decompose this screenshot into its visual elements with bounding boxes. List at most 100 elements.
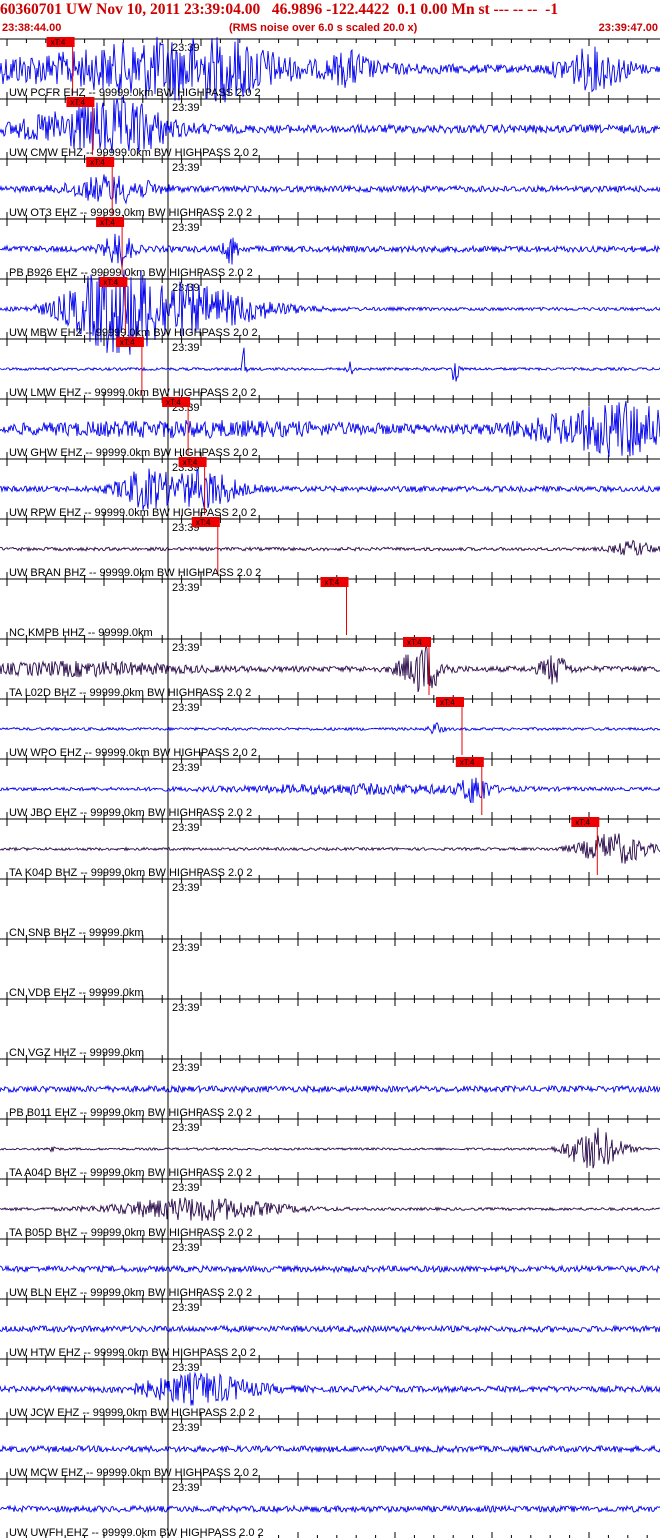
station-label: TA L02D BHZ -- 99999.0km BW HIGHPASS 2.0… xyxy=(9,687,251,699)
waveform xyxy=(0,1196,660,1222)
waveform xyxy=(0,1264,660,1274)
minute-label: 23:39 xyxy=(172,702,200,714)
trace-row: 23:39 xT:4 TA L02D BHZ -- 99999.0km BW HIG… xyxy=(0,637,660,699)
pick-label: xT:4 xyxy=(440,698,455,707)
station-label: UW WPO EHZ -- 99999.0km BW HIGHPASS 2.0 … xyxy=(9,747,257,759)
trace-row: 23:39 UW MCW EHZ -- 99999.0km BW HIGHPASS… xyxy=(0,1418,660,1479)
pick-label: xT:4 xyxy=(460,758,475,767)
minute-label: 23:39 xyxy=(172,822,200,834)
station-label: TA B05D BHZ -- 99999.0km BW HIGHPASS 2.0… xyxy=(9,1227,253,1239)
station-label: CN SNB BHZ -- 99999.0km xyxy=(9,927,143,939)
trace-row: 23:39 xT:4 UW WPO EHZ -- 99999.0km BW HIGH… xyxy=(0,697,660,759)
start-time: 23:38:44.00 xyxy=(2,22,62,34)
waveform xyxy=(0,1127,660,1169)
minute-label: 23:39 xyxy=(172,342,200,354)
minute-label: 23:39 xyxy=(172,582,200,594)
station-label: TA K04D BHZ -- 99999.0km BW HIGHPASS 2.0… xyxy=(9,867,253,879)
trace-row: 23:39 xT:4 UW LMW EHZ -- 99999.0km BW HIGH… xyxy=(0,337,660,399)
pick-label: xT:4 xyxy=(575,818,590,827)
station-label: CN VDB EHZ -- 99999.0km xyxy=(9,987,143,999)
trace-row: 23:39 CN SNB BHZ -- 99999.0km xyxy=(0,878,660,939)
pick-label: xT:4 xyxy=(90,158,105,167)
trace-row: 23:39xT:4UW BRAN BHZ -- 99999.0km BW HIG… xyxy=(0,517,660,579)
waveform xyxy=(0,468,660,510)
station-label: UW PCFR EHZ -- 99999.0km BW HIGHPASS 2.0… xyxy=(9,87,261,99)
station-label: UW UWFH EHZ -- 99999.0km BW HIGHPASS 2.0… xyxy=(9,1527,264,1538)
station-label: UW BRAN BHZ -- 99999.0km BW HIGHPASS 2.0… xyxy=(9,567,261,579)
station-label: UW MCW EHZ -- 99999.0km BW HIGHPASS 2.0 … xyxy=(9,1467,258,1479)
trace-row: 23:39 PB B011 EHZ -- 99999.0km BW HIGHPAS… xyxy=(0,1058,660,1119)
trace-row: 23:39xT:4UW PCFR EHZ -- 99999.0km BW HIG… xyxy=(0,36,660,103)
waveform xyxy=(0,539,660,556)
pick-label: xT:4 xyxy=(103,278,118,287)
station-label: UW BLN EHZ -- 99999.0km BW HIGHPASS 2.0 … xyxy=(9,1287,252,1299)
trace-row: 23:39 xT:4 TA K04D BHZ -- 99999.0km BW HIG… xyxy=(0,817,660,879)
waveform xyxy=(0,1324,660,1334)
waveform xyxy=(0,1444,660,1454)
minute-label: 23:39 xyxy=(172,1062,200,1074)
trace-row: 23:39 xT:4 UW OT3 EHZ -- 99999.0km BW HIGH… xyxy=(0,157,660,219)
pick-label: xT:4 xyxy=(70,98,85,107)
trace-row: 23:39 UW JCW EHZ -- 99999.0km BW HIGHPASS… xyxy=(0,1358,660,1419)
waveform xyxy=(0,347,660,382)
waveform xyxy=(0,1504,660,1514)
minute-label: 23:39 xyxy=(172,222,200,234)
minute-label: 23:39 xyxy=(172,762,200,774)
waveform xyxy=(0,269,660,355)
trace-row: 23:39 TA A04D BHZ -- 99999.0km BW HIGHPAS… xyxy=(0,1118,660,1179)
minute-label: 23:39 xyxy=(172,1482,200,1494)
minute-label: 23:39 xyxy=(172,942,200,954)
seismogram-panel: 23:39xT:4UW PCFR EHZ -- 99999.0km BW HIG… xyxy=(0,36,660,1538)
minute-label: 23:39 xyxy=(172,1002,200,1014)
minute-label: 23:39 xyxy=(172,1182,200,1194)
waveform xyxy=(0,833,660,864)
rms-note: (RMS noise over 6.0 s scaled 20.0 x) xyxy=(229,22,418,34)
trace-row: 23:39xT:4UW MBW EHZ -- 99999.0km BW HIGH… xyxy=(0,269,660,355)
pick-label: xT:4 xyxy=(407,638,422,647)
station-label: UW LMW EHZ -- 99999.0km BW HIGHPASS 2.0 … xyxy=(9,387,256,399)
minute-label: 23:39 xyxy=(172,1122,200,1134)
minute-label: 23:39 xyxy=(172,162,200,174)
station-label: NC KMPB HHZ -- 99999.0km xyxy=(9,627,153,639)
minute-label: 23:39 xyxy=(172,882,200,894)
pick-label: xT:4 xyxy=(196,518,211,527)
station-label: UW JCW EHZ -- 99999.0km BW HIGHPASS 2.0 … xyxy=(9,1407,255,1419)
trace-row: 23:39 UW UWFH EHZ -- 99999.0km BW HIGHPAS… xyxy=(0,1478,660,1538)
waveform xyxy=(0,233,660,268)
minute-label: 23:39 xyxy=(172,642,200,654)
pick-label: xT:4 xyxy=(166,398,181,407)
station-label: UW OT3 EHZ -- 99999.0km BW HIGHPASS 2.0 … xyxy=(9,207,252,219)
pick-label: xT:4 xyxy=(100,218,115,227)
waveform xyxy=(0,1084,660,1094)
trace-row: 23:39xT:4UW RPW EHZ -- 99999.0km BW HIGH… xyxy=(0,457,660,519)
trace-row: 23:39 CN VDB EHZ -- 99999.0km xyxy=(0,938,660,999)
event-title: 60360701 UW Nov 10, 2011 23:39:04.00 46.… xyxy=(0,1,559,18)
trace-row: 23:39 CN VGZ HHZ -- 99999.0km xyxy=(0,998,660,1059)
waveform xyxy=(0,174,660,205)
station-label: UW CMW EHZ -- 99999.0km BW HIGHPASS 2.0 … xyxy=(9,147,258,159)
trace-row: 23:39xT:4UW GHW EHZ -- 99999.0km BW HIGH… xyxy=(0,397,660,459)
trace-row: 23:39 UW BLN EHZ -- 99999.0km BW HIGHPASS… xyxy=(0,1238,660,1299)
trace-row: 23:39 UW HTW EHZ -- 99999.0km BW HIGHPASS… xyxy=(0,1298,660,1359)
waveform xyxy=(0,644,660,693)
end-time: 23:39:47.00 xyxy=(598,22,658,34)
pick-label: xT:4 xyxy=(120,338,135,347)
waveform xyxy=(0,96,660,153)
minute-label: 23:39 xyxy=(172,282,200,294)
station-label: UW JBO EHZ -- 99999.0km BW HIGHPASS 2.0 … xyxy=(9,807,252,819)
pick-label: xT:4 xyxy=(183,458,198,467)
minute-label: 23:39 xyxy=(172,1362,200,1374)
trace-row: 23:39 TA B05D BHZ -- 99999.0km BW HIGHPAS… xyxy=(0,1178,660,1239)
pick-label: xT:4 xyxy=(325,578,340,587)
minute-label: 23:39 xyxy=(172,1302,200,1314)
station-label: CN VGZ HHZ -- 99999.0km xyxy=(9,1047,144,1059)
record-header: 60360701 UW Nov 10, 2011 23:39:04.00 46.… xyxy=(0,0,660,36)
trace-row: 23:39 xT:4 UW JBO EHZ -- 99999.0km BW HIGH… xyxy=(0,757,660,819)
minute-label: 23:39 xyxy=(172,102,200,114)
trace-row: 23:39xT:4PB B926 EHZ -- 99999.0km BW HIG… xyxy=(0,217,660,279)
station-label: UW HTW EHZ -- 99999.0km BW HIGHPASS 2.0 … xyxy=(9,1347,256,1359)
waveform xyxy=(0,777,660,804)
station-label: PB B011 EHZ -- 99999.0km BW HIGHPASS 2.0… xyxy=(9,1107,252,1119)
minute-label: 23:39 xyxy=(172,1242,200,1254)
minute-label: 23:39 xyxy=(172,1422,200,1434)
